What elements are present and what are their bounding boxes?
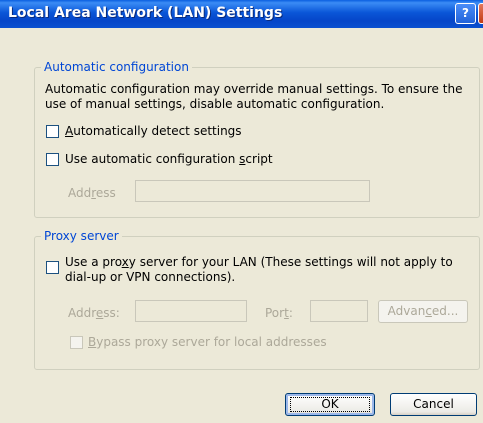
- bypass-local-checkbox[interactable]: [70, 336, 83, 349]
- bypass-local-label[interactable]: Bypass proxy server for local addresses: [88, 335, 327, 349]
- close-button[interactable]: ×: [478, 3, 483, 24]
- proxy-port-input[interactable]: [310, 300, 368, 322]
- use-proxy-label-line2[interactable]: dial-up or VPN connections).: [65, 270, 235, 284]
- script-address-input[interactable]: [135, 180, 370, 202]
- proxy-port-label: Port:: [265, 306, 293, 320]
- automatic-configuration-legend: Automatic configuration: [41, 60, 192, 74]
- automatic-configuration-description-line1: Automatic configuration may override man…: [45, 82, 463, 96]
- help-button[interactable]: ?: [455, 3, 476, 24]
- ok-button[interactable]: OK: [285, 393, 375, 416]
- title-bar[interactable]: Local Area Network (LAN) Settings ? ×: [0, 0, 483, 28]
- auto-config-script-checkbox[interactable]: [46, 153, 59, 166]
- cancel-button[interactable]: Cancel: [390, 393, 477, 416]
- advanced-button[interactable]: Advanced...: [378, 300, 468, 323]
- proxy-server-legend: Proxy server: [41, 229, 122, 243]
- use-proxy-checkbox[interactable]: [46, 261, 59, 274]
- auto-detect-label[interactable]: Automatically detect settings: [65, 124, 242, 138]
- window-title: Local Area Network (LAN) Settings: [8, 5, 283, 21]
- proxy-address-label: Address:: [68, 306, 120, 320]
- auto-detect-checkbox[interactable]: [46, 125, 59, 138]
- use-proxy-label-line1[interactable]: Use a proxy server for your LAN (These s…: [65, 255, 453, 269]
- proxy-address-input[interactable]: [135, 300, 247, 322]
- help-icon: ?: [462, 6, 469, 20]
- script-address-label: Address: [68, 186, 116, 200]
- auto-config-script-label[interactable]: Use automatic configuration script: [65, 152, 273, 166]
- automatic-configuration-description-line2: use of manual settings, disable automati…: [45, 97, 385, 111]
